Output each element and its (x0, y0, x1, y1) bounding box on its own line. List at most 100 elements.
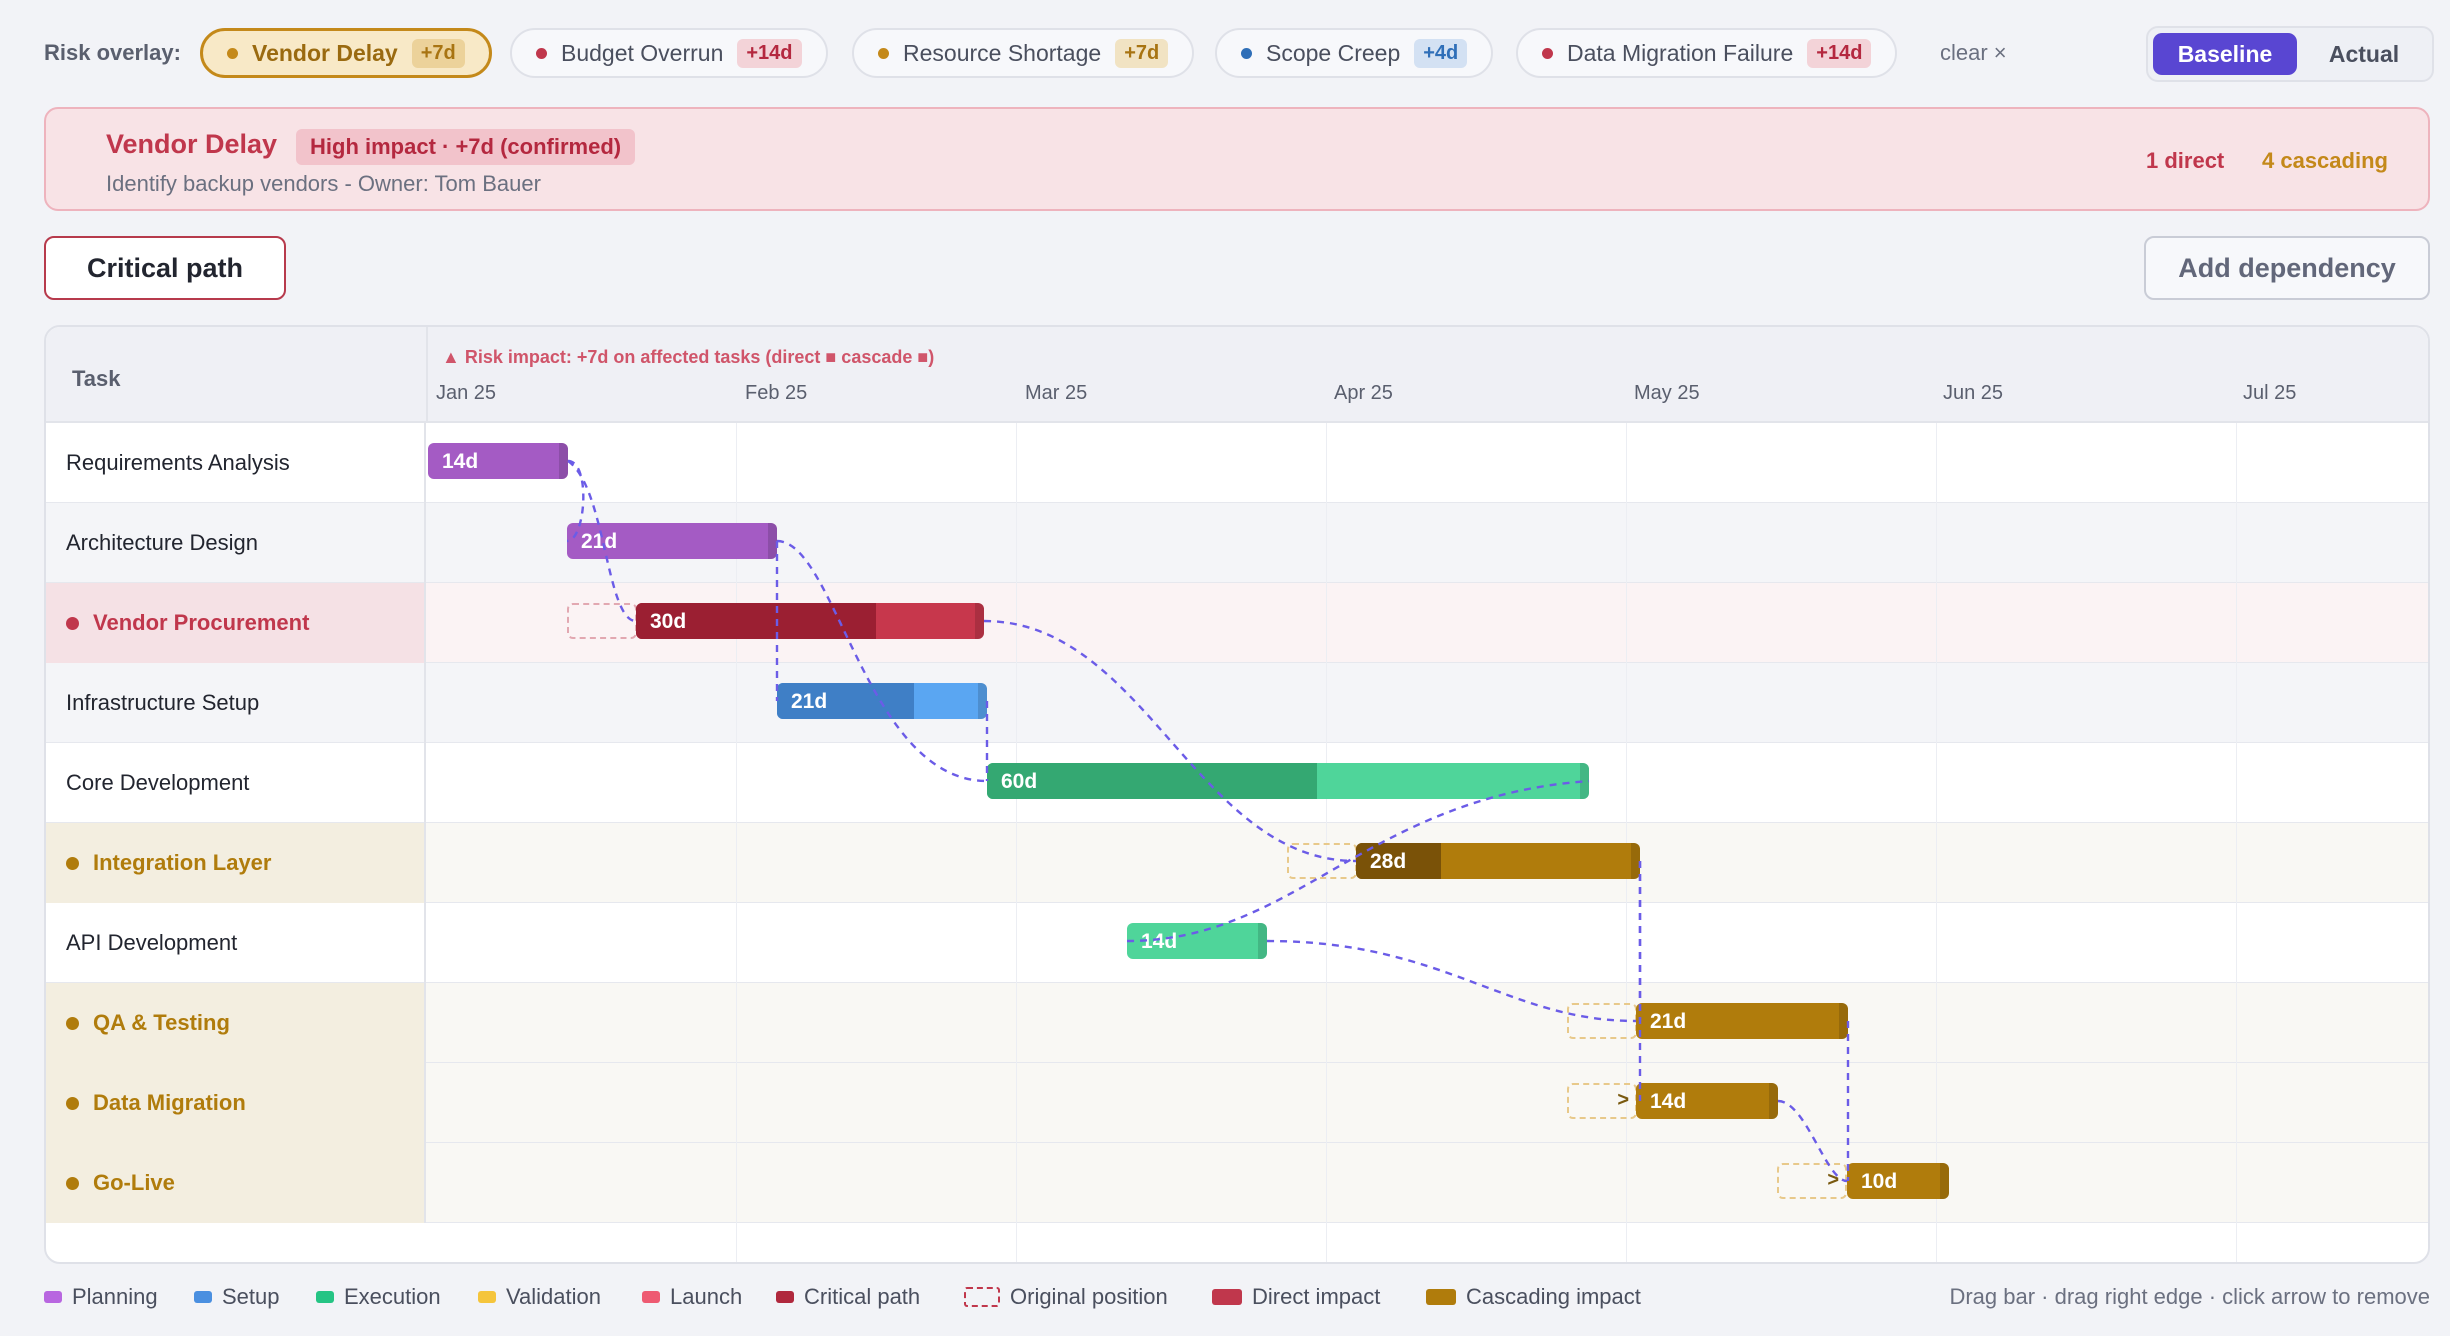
risk-detail-panel: Vendor Delay High impact · +7d (confirme… (44, 107, 2430, 211)
task-bar[interactable]: 14d (1127, 923, 1267, 959)
legend-item: Cascading impact (1426, 1284, 1641, 1310)
resize-handle[interactable] (1940, 1163, 1949, 1199)
cascade-impact-dot-icon (66, 856, 79, 870)
task-label[interactable]: QA & Testing (46, 983, 426, 1063)
task-label[interactable]: Core Development (46, 743, 426, 823)
risk-overlay-bar: Risk overlay: Vendor Delay +7d Budget Ov… (44, 26, 2434, 82)
resize-handle[interactable] (1769, 1083, 1778, 1119)
month-label: Jan 25 (436, 382, 497, 404)
risk-chip-label: Budget Overrun (561, 39, 724, 66)
chevron-right-icon: > (1617, 1089, 1629, 1111)
task-row-cascading-impact: Data Migration (46, 1063, 2428, 1143)
risk-chip-vendor-delay[interactable]: Vendor Delay +7d (200, 28, 492, 78)
month-label: May 25 (1634, 382, 1700, 404)
task-label[interactable]: Integration Layer (46, 823, 426, 903)
task-duration: 14d (1650, 1090, 1687, 1113)
risk-dot-icon (878, 47, 889, 59)
risk-detail-title: Vendor Delay (106, 129, 278, 159)
task-duration: 10d (1861, 1170, 1898, 1193)
task-duration: 14d (1141, 930, 1178, 953)
cascade-impact-dot-icon (66, 1016, 79, 1030)
resize-handle[interactable] (768, 523, 777, 559)
critical-path-button[interactable]: Critical path (44, 236, 286, 300)
view-toggle: Baseline Actual (2146, 26, 2434, 82)
task-bar[interactable]: 21d (567, 523, 777, 559)
task-bar[interactable]: 10d (1847, 1163, 1949, 1199)
task-name: Infrastructure Setup (66, 690, 260, 715)
risk-chip-budget-overrun[interactable]: Budget Overrun +14d (510, 28, 828, 78)
original-position-swatch-icon (964, 1287, 1000, 1307)
risk-dot-icon (227, 47, 238, 59)
legend-item: Original position (964, 1284, 1168, 1310)
task-bar[interactable]: 14d (1636, 1083, 1778, 1119)
risk-chip-delta: +7d (411, 38, 465, 68)
task-name: Go-Live (93, 1170, 175, 1195)
baseline-toggle-button[interactable]: Baseline (2153, 33, 2297, 75)
clear-risk-button[interactable]: clear × (1940, 40, 2007, 66)
risk-impact-note: ▲ Risk impact: +7d on affected tasks (di… (442, 347, 935, 367)
cascading-impact-swatch-icon (1426, 1289, 1456, 1305)
original-position-ghost: > (1777, 1163, 1847, 1199)
task-duration: 21d (1650, 1010, 1687, 1033)
risk-chip-delta: +7d (1115, 38, 1169, 68)
resize-handle[interactable] (1631, 843, 1640, 879)
actual-toggle-button[interactable]: Actual (2298, 33, 2430, 75)
task-label[interactable]: Infrastructure Setup (46, 663, 426, 743)
task-bar[interactable]: 21d (777, 683, 987, 719)
task-label[interactable]: Go-Live (46, 1143, 426, 1223)
task-bar[interactable]: 30d (636, 603, 984, 639)
add-dependency-button[interactable]: Add dependency (2144, 236, 2430, 300)
resize-handle[interactable] (1839, 1003, 1848, 1039)
risk-chip-scope-creep[interactable]: Scope Creep +4d (1215, 28, 1494, 78)
task-name: API Development (66, 930, 238, 955)
task-bar[interactable]: 14d (428, 443, 568, 479)
task-duration: 21d (581, 530, 618, 553)
legend-item: Direct impact (1212, 1284, 1380, 1310)
resize-handle[interactable] (559, 443, 568, 479)
chevron-right-icon: > (1827, 1169, 1839, 1191)
task-name: Vendor Procurement (93, 610, 310, 635)
execution-swatch-icon (316, 1291, 334, 1303)
task-row-direct-impact: Vendor Procurement (46, 583, 2428, 663)
resize-handle[interactable] (978, 683, 987, 719)
month-label: Jul 25 (2243, 382, 2297, 404)
risk-chip-resource-shortage[interactable]: Resource Shortage +7d (852, 28, 1195, 78)
resize-handle[interactable] (1258, 923, 1267, 959)
month-gridline (1936, 423, 1937, 1262)
cascade-impact-dot-icon (66, 1096, 79, 1110)
legend-label: Cascading impact (1466, 1284, 1641, 1309)
task-row: Requirements Analysis (46, 423, 2428, 503)
resize-handle[interactable] (975, 603, 984, 639)
header-divider (426, 327, 428, 423)
direct-impact-swatch-icon (1212, 1289, 1242, 1305)
task-bar[interactable]: 21d (1636, 1003, 1848, 1039)
task-label[interactable]: Requirements Analysis (46, 423, 426, 503)
launch-swatch-icon (642, 1291, 660, 1303)
risk-chip-delta: +4d (1414, 38, 1468, 68)
task-name: Requirements Analysis (66, 450, 290, 475)
legend-item: Validation (478, 1284, 601, 1310)
direct-count: 1 direct (2146, 148, 2225, 173)
risk-chip-data-migration-failure[interactable]: Data Migration Failure +14d (1516, 28, 1898, 78)
interaction-hint: Drag bar · drag right edge · click arrow… (1949, 1284, 2430, 1309)
risk-chip-label: Data Migration Failure (1567, 39, 1794, 66)
task-bar[interactable]: 60d (987, 763, 1589, 799)
task-label[interactable]: API Development (46, 903, 426, 983)
cascading-count: 4 cascading (2262, 148, 2388, 173)
legend-item: Critical path (776, 1284, 920, 1310)
task-bar[interactable]: 28d (1356, 843, 1640, 879)
task-label[interactable]: Vendor Procurement (46, 583, 426, 663)
legend-label: Validation (506, 1284, 601, 1309)
original-position-ghost: > (1567, 1083, 1637, 1119)
task-duration: 28d (1370, 850, 1407, 873)
setup-swatch-icon (194, 1291, 212, 1303)
month-gridline (2236, 423, 2237, 1262)
resize-handle[interactable] (1580, 763, 1589, 799)
task-label[interactable]: Data Migration (46, 1063, 426, 1143)
original-position-ghost (1287, 843, 1357, 879)
task-label[interactable]: Architecture Design (46, 503, 426, 583)
task-row-cascading-impact: Integration Layer (46, 823, 2428, 903)
task-duration: 21d (791, 690, 828, 713)
risk-dot-icon (536, 47, 547, 59)
risk-chip-delta: +14d (1807, 38, 1872, 68)
